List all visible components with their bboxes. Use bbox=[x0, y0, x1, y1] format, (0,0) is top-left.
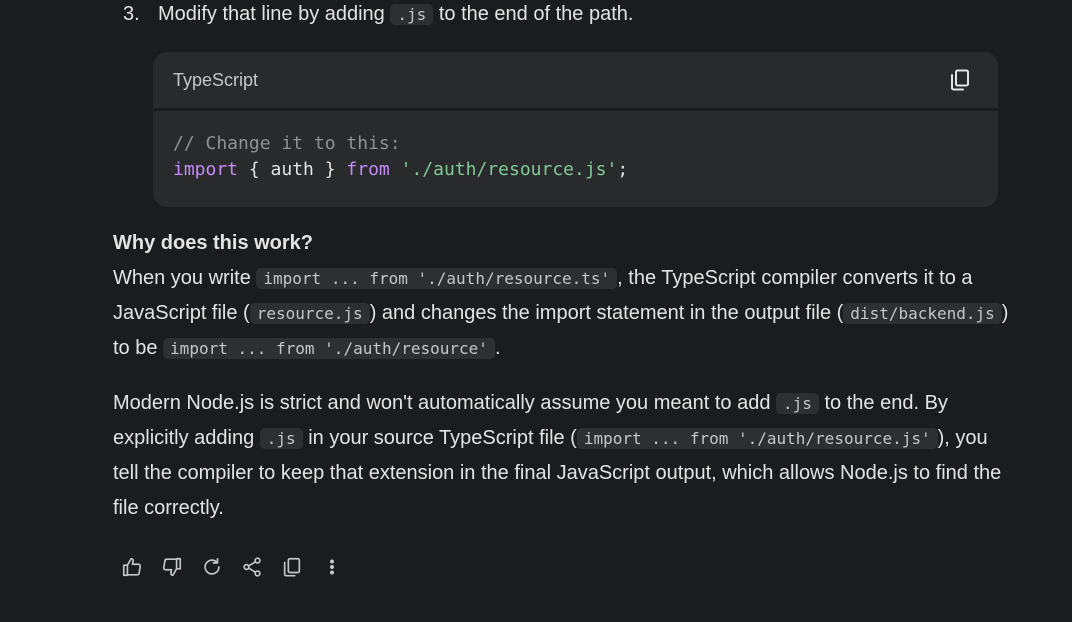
regenerate-icon bbox=[204, 557, 220, 575]
inline-code: import ... from './auth/resource' bbox=[163, 338, 495, 359]
inline-code: .js bbox=[776, 393, 819, 414]
good-response-button[interactable] bbox=[112, 554, 152, 580]
response-actions bbox=[112, 554, 352, 580]
step-3: 3. Modify that line by adding .js to the … bbox=[123, 0, 633, 35]
more-options-button[interactable] bbox=[312, 554, 352, 580]
thumbs-down-icon bbox=[162, 557, 182, 577]
explanation: Why does this work? When you write impor… bbox=[113, 226, 1013, 546]
code-semicolon: ; bbox=[617, 159, 629, 180]
step-number: 3. bbox=[123, 3, 140, 25]
code-keyword-import: import bbox=[173, 159, 239, 180]
inline-code: dist/backend.js bbox=[843, 303, 1002, 324]
code-comment: // Change it to this: bbox=[173, 133, 401, 154]
text: . bbox=[494, 337, 501, 359]
explanation-paragraph-1: When you write import ... from './auth/r… bbox=[113, 261, 1013, 366]
inline-code: resource.js bbox=[249, 303, 370, 324]
share-icon bbox=[243, 557, 261, 577]
code-content: // Change it to this: import { auth } fr… bbox=[153, 111, 998, 203]
copy-code-button[interactable] bbox=[946, 66, 974, 94]
explanation-heading: Why does this work? bbox=[113, 232, 314, 254]
text: When you write bbox=[113, 267, 257, 289]
text: ) and changes the import statement in th… bbox=[369, 302, 844, 324]
copy-icon bbox=[951, 69, 969, 91]
regenerate-button[interactable] bbox=[192, 554, 232, 580]
code-string: './auth/resource.js' bbox=[400, 159, 618, 180]
text: Modern Node.js is strict and won't autom… bbox=[113, 392, 777, 414]
code-language-label: TypeScript bbox=[173, 69, 259, 90]
share-button[interactable] bbox=[232, 554, 272, 580]
more-vert-icon bbox=[329, 559, 335, 575]
code-block-header: TypeScript bbox=[153, 52, 998, 111]
code-block: TypeScript // Change it to this: import … bbox=[153, 52, 998, 207]
code-keyword-from: from bbox=[346, 159, 390, 180]
inline-code: import ... from './auth/resource.js' bbox=[576, 428, 938, 449]
thumbs-up-icon bbox=[122, 557, 142, 577]
explanation-paragraph-2: Modern Node.js is strict and won't autom… bbox=[113, 386, 1013, 526]
bad-response-button[interactable] bbox=[152, 554, 192, 580]
text: in your source TypeScript file ( bbox=[302, 427, 577, 449]
copy-icon bbox=[283, 557, 301, 577]
inline-code: import ... from './auth/resource.ts' bbox=[256, 268, 618, 289]
code-import-names: { auth } bbox=[238, 159, 347, 180]
step-text-before: Modify that line by adding bbox=[158, 3, 391, 25]
step-text-after: to the end of the path. bbox=[433, 3, 634, 25]
inline-code: .js bbox=[259, 428, 303, 449]
inline-code: .js bbox=[390, 4, 434, 25]
copy-response-button[interactable] bbox=[272, 554, 312, 580]
